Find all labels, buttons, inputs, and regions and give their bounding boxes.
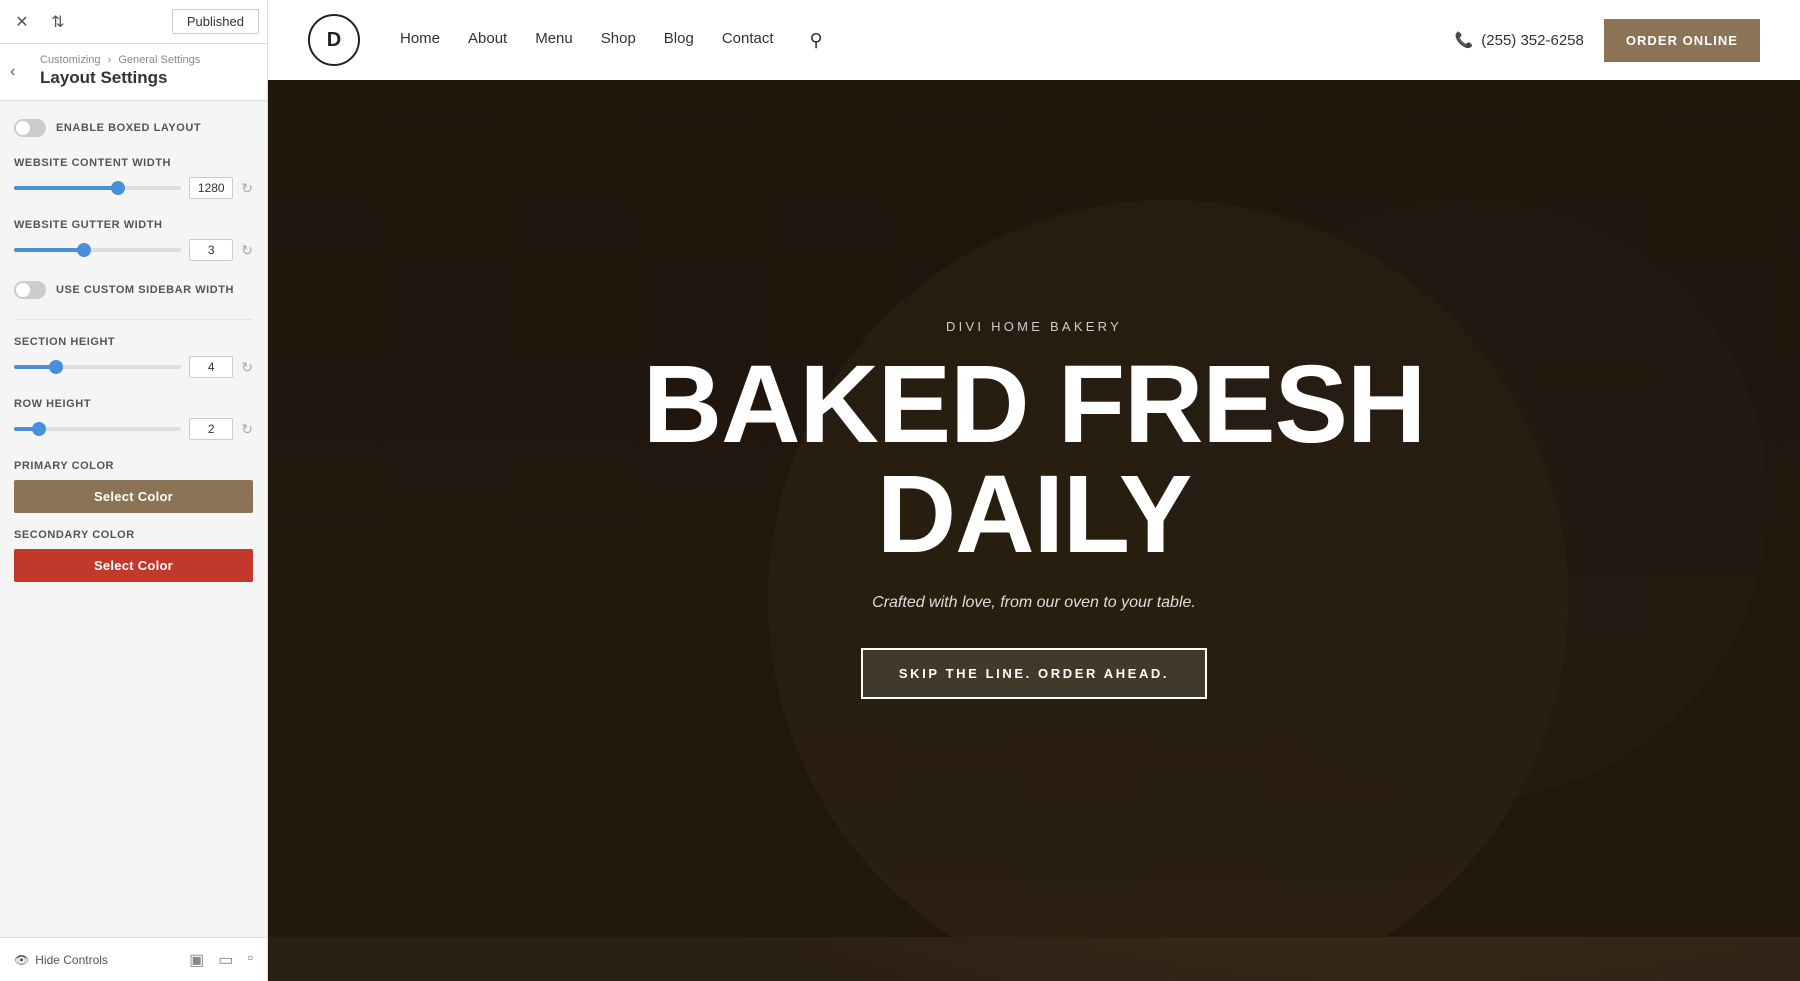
row-height-value[interactable]: 2	[189, 418, 233, 440]
sidebar-width-row: USE CUSTOM SIDEBAR WIDTH	[14, 281, 253, 299]
gutter-width-reset[interactable]: ↻	[241, 242, 253, 259]
section-height-section: SECTION HEIGHT 4 ↻	[14, 336, 253, 378]
primary-color-section: PRIMARY COLOR Select Color	[14, 460, 253, 513]
section-height-label: SECTION HEIGHT	[14, 336, 253, 348]
gutter-width-fill	[14, 248, 84, 252]
reorder-button[interactable]: ⇅	[44, 8, 72, 36]
hero-subtitle: DIVI HOME BAKERY	[643, 319, 1425, 334]
divider-1	[14, 319, 253, 320]
sidebar-width-toggle[interactable]	[14, 281, 46, 299]
content-width-track[interactable]	[14, 186, 181, 190]
content-width-section: WEBSITE CONTENT WIDTH 1280 ↻	[14, 157, 253, 199]
row-height-reset[interactable]: ↻	[241, 421, 253, 438]
gutter-width-label: WEBSITE GUTTER WIDTH	[14, 219, 253, 231]
section-height-reset[interactable]: ↻	[241, 359, 253, 376]
boxed-layout-label: ENABLE BOXED LAYOUT	[56, 122, 201, 134]
primary-color-label: PRIMARY COLOR	[14, 460, 253, 472]
tablet-icon[interactable]: ▭	[218, 950, 233, 970]
section-height-track[interactable]	[14, 365, 181, 369]
panel-header: ‹ Customizing › General Settings Layout …	[0, 44, 267, 101]
content-width-label: WEBSITE CONTENT WIDTH	[14, 157, 253, 169]
row-height-row: 2 ↻	[14, 418, 253, 440]
gutter-width-section: WEBSITE GUTTER WIDTH 3 ↻	[14, 219, 253, 261]
primary-color-button[interactable]: Select Color	[14, 480, 253, 513]
content-width-value[interactable]: 1280	[189, 177, 233, 199]
top-bar: ✕ ⇅ Published	[0, 0, 267, 44]
settings-content: ENABLE BOXED LAYOUT WEBSITE CONTENT WIDT…	[0, 101, 267, 937]
content-width-fill	[14, 186, 118, 190]
order-online-button[interactable]: ORDER ONLINE	[1604, 19, 1760, 62]
preview-area: D Home About Menu Shop Blog Contact ⚲ 📞 …	[268, 0, 1800, 981]
secondary-color-label: SECONDARY COLOR	[14, 529, 253, 541]
nav-phone: 📞 (255) 352-6258	[1455, 31, 1584, 49]
customizer-panel: ✕ ⇅ Published ‹ Customizing › General Se…	[0, 0, 268, 981]
bottom-bar: 👁 Hide Controls ▣ ▭ ▫	[0, 937, 267, 981]
back-button[interactable]: ‹	[10, 63, 15, 81]
nav-links: Home About Menu Shop Blog Contact ⚲	[400, 30, 1455, 51]
breadcrumb: Customizing › General Settings	[40, 54, 253, 66]
nav-link-menu[interactable]: Menu	[535, 30, 573, 51]
desktop-icon[interactable]: ▣	[189, 950, 204, 970]
eye-icon: 👁	[14, 953, 29, 967]
gutter-width-row: 3 ↻	[14, 239, 253, 261]
nav-link-about[interactable]: About	[468, 30, 507, 51]
row-height-label: ROW HEIGHT	[14, 398, 253, 410]
nav-link-contact[interactable]: Contact	[722, 30, 774, 51]
search-icon[interactable]: ⚲	[810, 30, 823, 51]
section-height-row: 4 ↻	[14, 356, 253, 378]
phone-icon: 📞	[1455, 31, 1474, 49]
gutter-width-thumb[interactable]	[77, 243, 91, 257]
panel-title: Layout Settings	[40, 68, 253, 88]
close-button[interactable]: ✕	[8, 8, 36, 36]
section-height-value[interactable]: 4	[189, 356, 233, 378]
section-height-thumb[interactable]	[49, 360, 63, 374]
hero-content: DIVI HOME BAKERY BAKED FRESH DAILY Craft…	[643, 319, 1425, 699]
content-width-reset[interactable]: ↻	[241, 180, 253, 197]
nav-link-home[interactable]: Home	[400, 30, 440, 51]
secondary-color-button[interactable]: Select Color	[14, 549, 253, 582]
secondary-color-section: SECONDARY COLOR Select Color	[14, 529, 253, 582]
nav-right: 📞 (255) 352-6258 ORDER ONLINE	[1455, 19, 1760, 62]
row-height-track[interactable]	[14, 427, 181, 431]
nav-link-blog[interactable]: Blog	[664, 30, 694, 51]
mobile-icon[interactable]: ▫	[247, 950, 253, 970]
row-height-thumb[interactable]	[32, 422, 46, 436]
content-width-row: 1280 ↻	[14, 177, 253, 199]
content-width-thumb[interactable]	[111, 181, 125, 195]
published-button[interactable]: Published	[172, 9, 259, 34]
hero-title: BAKED FRESH DAILY	[643, 350, 1425, 570]
boxed-layout-row: ENABLE BOXED LAYOUT	[14, 119, 253, 137]
boxed-layout-toggle[interactable]	[14, 119, 46, 137]
hero-section: DIVI HOME BAKERY BAKED FRESH DAILY Craft…	[268, 0, 1800, 937]
hide-controls-button[interactable]: 👁 Hide Controls	[14, 953, 108, 967]
preview-nav: D Home About Menu Shop Blog Contact ⚲ 📞 …	[268, 0, 1800, 80]
row-height-section: ROW HEIGHT 2 ↻	[14, 398, 253, 440]
sidebar-width-label: USE CUSTOM SIDEBAR WIDTH	[56, 284, 234, 296]
nav-link-shop[interactable]: Shop	[601, 30, 636, 51]
nav-logo: D	[308, 14, 360, 66]
bottom-icons: ▣ ▭ ▫	[189, 950, 253, 970]
gutter-width-track[interactable]	[14, 248, 181, 252]
hero-cta-button[interactable]: SKIP THE LINE. ORDER AHEAD.	[861, 648, 1207, 699]
hero-tagline: Crafted with love, from our oven to your…	[643, 594, 1425, 612]
gutter-width-value[interactable]: 3	[189, 239, 233, 261]
